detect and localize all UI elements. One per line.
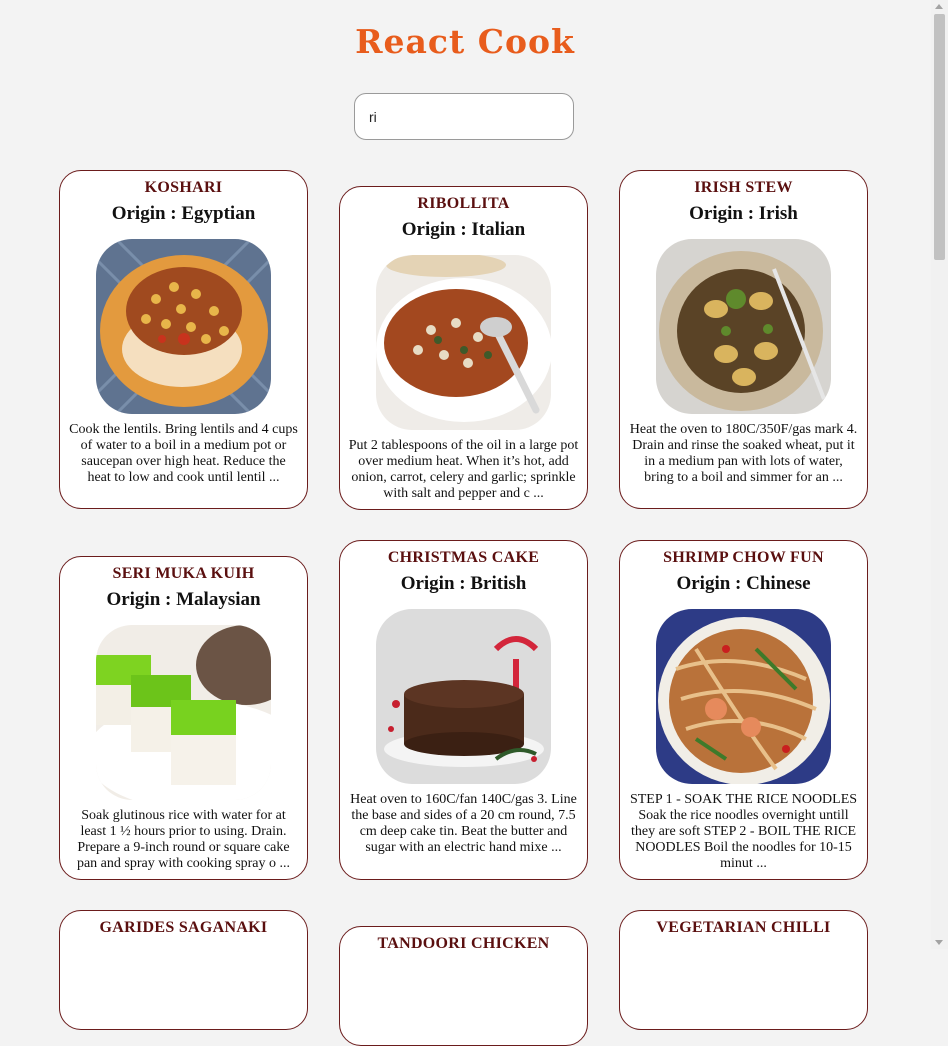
recipe-name: IRISH STEW [694, 179, 793, 196]
seri-muka-kuih-photo [96, 625, 271, 800]
recipe-card[interactable]: SHRIMP CHOW FUN Origin : Chinese STEP 1 … [619, 540, 868, 880]
ribollita-photo [376, 255, 551, 430]
recipe-card[interactable]: RIBOLLITA Origin : Italian Put 2 tablesp… [339, 186, 588, 510]
recipe-name: RIBOLLITA [417, 195, 510, 212]
shrimp-chow-fun-photo [656, 609, 831, 784]
recipe-origin: Origin : Italian [401, 219, 526, 240]
koshari-photo [96, 239, 271, 414]
recipe-origin: Origin : Irish [689, 203, 798, 224]
scrollbar-thumb[interactable] [934, 14, 945, 260]
app-title: React Cook [355, 22, 575, 61]
recipe-description: Soak glutinous rice with water for at le… [76, 808, 291, 871]
recipe-name: GARIDES SAGANAKI [99, 919, 268, 936]
recipe-card[interactable]: TANDOORI CHICKEN [339, 926, 588, 1046]
vertical-scrollbar[interactable] [931, 0, 948, 949]
recipe-name: VEGETARIAN CHILLI [656, 919, 831, 936]
recipe-card[interactable]: SERI MUKA KUIH Origin : Malaysian Soak g… [59, 556, 308, 880]
recipe-card[interactable]: CHRISTMAS CAKE Origin : British Heat ove… [339, 540, 588, 880]
recipe-name: KOSHARI [144, 179, 223, 196]
recipe-description: Heat the oven to 180C/350F/gas mark 4. D… [629, 422, 858, 485]
recipe-origin: Origin : British [400, 573, 527, 594]
recipe-card[interactable]: KOSHARI Origin : Egyptian Cook the lenti… [59, 170, 308, 509]
recipe-name: SERI MUKA KUIH [112, 565, 255, 582]
recipe-card[interactable]: IRISH STEW Origin : Irish Heat the oven … [619, 170, 868, 509]
recipe-description: Heat oven to 160C/fan 140C/gas 3. Line t… [350, 792, 577, 855]
recipe-description: Put 2 tablespoons of the oil in a large … [348, 438, 579, 501]
recipe-card[interactable]: VEGETARIAN CHILLI [619, 910, 868, 1030]
recipe-card[interactable]: GARIDES SAGANAKI [59, 910, 308, 1030]
search-input[interactable] [354, 93, 574, 140]
recipe-origin: Origin : Egyptian [111, 203, 256, 224]
scroll-down-arrow-icon[interactable] [935, 940, 943, 945]
recipe-origin: Origin : Malaysian [106, 589, 261, 610]
recipe-description: STEP 1 - SOAK THE RICE NOODLES Soak the … [629, 792, 858, 871]
recipe-name: SHRIMP CHOW FUN [663, 549, 824, 566]
irish-stew-photo [656, 239, 831, 414]
scroll-up-arrow-icon[interactable] [935, 4, 943, 9]
recipe-name: TANDOORI CHICKEN [377, 935, 550, 952]
christmas-cake-photo [376, 609, 551, 784]
recipe-description: Cook the lentils. Bring lentils and 4 cu… [69, 422, 298, 485]
recipe-origin: Origin : Chinese [676, 573, 811, 594]
recipe-name: CHRISTMAS CAKE [387, 549, 540, 566]
